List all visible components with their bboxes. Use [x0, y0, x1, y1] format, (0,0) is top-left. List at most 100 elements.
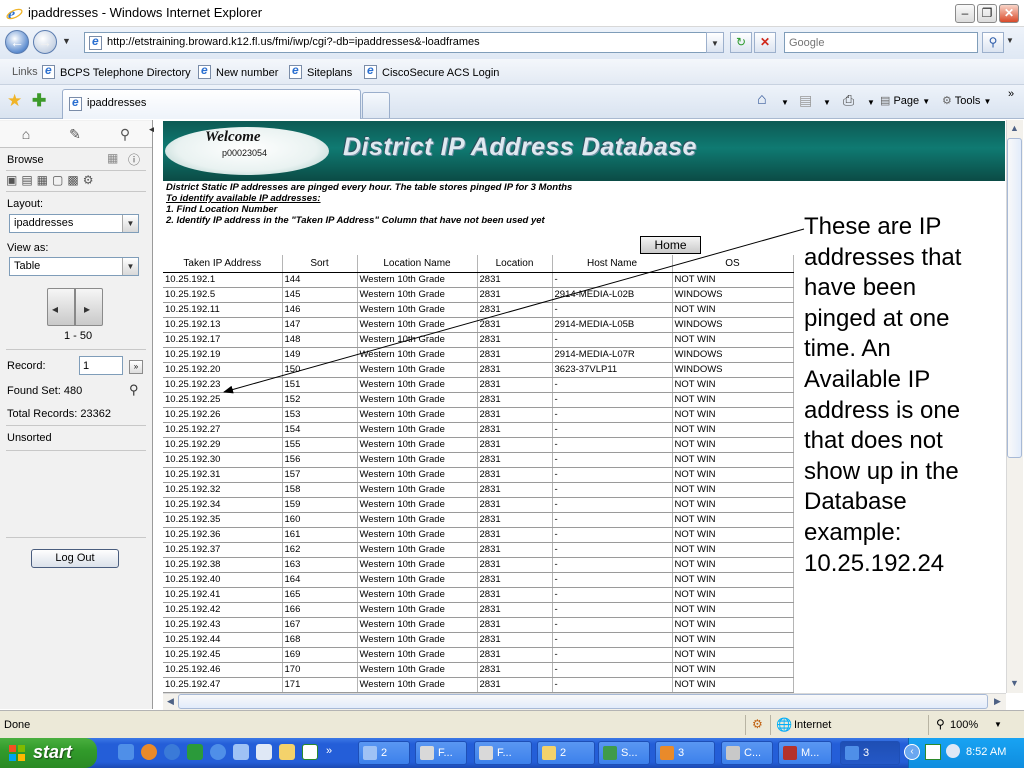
- scroll-left-icon[interactable]: ◀: [163, 694, 178, 709]
- scroll-right-icon[interactable]: ▶: [990, 694, 1005, 709]
- globe-icon[interactable]: [164, 744, 180, 760]
- address-bar[interactable]: http://etstraining.broward.k12.fl.us/fmi…: [84, 32, 724, 53]
- scroll-up-icon[interactable]: ▲: [1007, 121, 1022, 136]
- zoom-icon[interactable]: ⚲: [936, 717, 945, 731]
- table-row[interactable]: 10.25.192.31 157 Western 10th Grade 2831- NO…: [163, 467, 794, 483]
- table-row[interactable]: 10.25.192.34 159 Western 10th Grade 2831- NO…: [163, 497, 794, 513]
- taskbar-button[interactable]: M...: [778, 741, 832, 765]
- show-all-records-icon[interactable]: ⚲: [129, 382, 139, 398]
- stop-icon[interactable]: ✕: [754, 32, 776, 53]
- search-input[interactable]: [789, 34, 969, 52]
- column-header[interactable]: Taken IP Address: [163, 255, 283, 273]
- table-row[interactable]: 10.25.192.44 168 Western 10th Grade 2831- NO…: [163, 632, 794, 648]
- record-book-icon[interactable]: ◂ ▸: [47, 288, 103, 326]
- table-row[interactable]: 10.25.192.47 171 Western 10th Grade 2831- NO…: [163, 677, 794, 693]
- scroll-down-icon[interactable]: ▼: [1007, 676, 1022, 691]
- quicklaunch-more-icon[interactable]: »: [326, 745, 332, 757]
- firefox-icon[interactable]: [141, 744, 157, 760]
- go-to-record-button[interactable]: »: [129, 360, 143, 374]
- search-options-dropdown[interactable]: ▼: [1006, 36, 1014, 45]
- favorites-star-icon[interactable]: ★: [7, 91, 22, 111]
- back-button[interactable]: ←: [5, 30, 29, 54]
- column-header[interactable]: Location Name: [357, 255, 478, 273]
- minimize-button[interactable]: –: [955, 4, 975, 23]
- taskbar-button[interactable]: S...: [598, 741, 650, 765]
- network-tray-icon[interactable]: [946, 744, 960, 758]
- table-row[interactable]: 10.25.192.25 152 Western 10th Grade 2831- NO…: [163, 392, 794, 408]
- folder-icon[interactable]: [279, 744, 295, 760]
- find-icon[interactable]: ⚲: [116, 125, 134, 143]
- feeds-icon[interactable]: ▤: [799, 92, 812, 109]
- layout-select[interactable]: ipaddresses ▼: [9, 214, 139, 233]
- table-row[interactable]: 10.25.192.38 163 Western 10th Grade 2831- NO…: [163, 557, 794, 573]
- home-icon[interactable]: ⌂: [757, 91, 767, 109]
- vnc-icon[interactable]: [302, 744, 318, 760]
- taskbar-button[interactable]: 3: [840, 741, 900, 765]
- table-row[interactable]: 10.25.192.30 156 Western 10th Grade 2831- NO…: [163, 452, 794, 468]
- search-box[interactable]: [784, 32, 978, 53]
- link-new-number[interactable]: New number: [198, 63, 278, 79]
- column-header[interactable]: Host Name: [552, 255, 673, 273]
- table-row[interactable]: 10.25.192.37 162 Western 10th Grade 2831- NO…: [163, 542, 794, 558]
- zoom-dropdown-icon[interactable]: ▼: [994, 720, 1002, 729]
- tools-menu[interactable]: ⚙ Tools ▼: [942, 94, 991, 107]
- restore-button[interactable]: ❐: [977, 4, 997, 23]
- zoom-level[interactable]: 100%: [950, 719, 978, 731]
- table-row[interactable]: 10.25.192.43 167 Western 10th Grade 2831- NO…: [163, 617, 794, 633]
- table-row[interactable]: 10.25.192.1 144 Western 10th Grade 2831- NOT…: [163, 272, 794, 288]
- search-icon[interactable]: ⚲: [982, 32, 1004, 53]
- recent-pages-dropdown[interactable]: ▼: [62, 36, 71, 46]
- table-row[interactable]: 10.25.192.13 147 Western 10th Grade 2831 291…: [163, 317, 794, 333]
- close-button[interactable]: ✕: [999, 4, 1019, 23]
- taskbar-button[interactable]: F...: [415, 741, 467, 765]
- sort-icon[interactable]: ▦: [107, 151, 118, 165]
- home-button[interactable]: Home: [640, 236, 701, 254]
- table-row[interactable]: 10.25.192.5 145 Western 10th Grade 2831 2914…: [163, 287, 794, 303]
- link-bcps-telephone-directory[interactable]: BCPS Telephone Directory: [42, 63, 191, 79]
- chevron-more-icon[interactable]: »: [1008, 88, 1014, 100]
- print-icon[interactable]: ⎙: [843, 92, 854, 109]
- next-page-icon[interactable]: ▸: [84, 302, 90, 316]
- table-row[interactable]: 10.25.192.20 150 Western 10th Grade 2831 362…: [163, 362, 794, 378]
- clock[interactable]: 8:52 AM: [966, 746, 1006, 758]
- column-header[interactable]: Sort: [282, 255, 358, 273]
- table-row[interactable]: 10.25.192.29 155 Western 10th Grade 2831- NO…: [163, 437, 794, 453]
- new-tab-button[interactable]: [362, 92, 390, 118]
- table-row[interactable]: 10.25.192.17 148 Western 10th Grade 2831- NO…: [163, 332, 794, 348]
- record-tools-icons[interactable]: ▣▤▦▢▩⚙: [6, 173, 97, 187]
- show-desktop-icon[interactable]: [118, 744, 134, 760]
- help-icon[interactable]: ⓘ: [128, 151, 140, 168]
- column-header[interactable]: OS: [672, 255, 794, 273]
- vnc-tray-icon[interactable]: [925, 744, 941, 760]
- ie-icon[interactable]: [210, 744, 226, 760]
- start-button[interactable]: start: [0, 738, 97, 768]
- table-row[interactable]: 10.25.192.23 151 Western 10th Grade 2831- NO…: [163, 377, 794, 393]
- taskbar-button[interactable]: C...: [721, 741, 773, 765]
- table-row[interactable]: 10.25.192.35 160 Western 10th Grade 2831- NO…: [163, 512, 794, 528]
- table-row[interactable]: 10.25.192.42 166 Western 10th Grade 2831- NO…: [163, 602, 794, 618]
- feeds-dropdown-icon[interactable]: ▼: [823, 98, 831, 107]
- taskbar-button[interactable]: 3: [655, 741, 715, 765]
- taskbar-button[interactable]: 2: [537, 741, 595, 765]
- table-row[interactable]: 10.25.192.32 158 Western 10th Grade 2831- NO…: [163, 482, 794, 498]
- home-dropdown-icon[interactable]: ▼: [781, 98, 789, 107]
- table-row[interactable]: 10.25.192.27 154 Western 10th Grade 2831- NO…: [163, 422, 794, 438]
- table-row[interactable]: 10.25.192.36 161 Western 10th Grade 2831- NO…: [163, 527, 794, 543]
- record-number-input[interactable]: [79, 356, 123, 375]
- log-out-button[interactable]: Log Out: [31, 549, 119, 568]
- previous-page-icon[interactable]: ◂: [52, 302, 58, 316]
- tab-ipaddresses[interactable]: ipaddresses: [62, 89, 361, 119]
- page-menu[interactable]: ▤ Page ▼: [880, 94, 930, 107]
- add-favorites-icon[interactable]: ✚: [32, 91, 46, 111]
- horizontal-scroll-thumb[interactable]: [178, 694, 988, 709]
- table-row[interactable]: 10.25.192.41 165 Western 10th Grade 2831- NO…: [163, 587, 794, 603]
- tree-icon[interactable]: [187, 744, 203, 760]
- view-as-select[interactable]: Table ▼: [9, 257, 139, 276]
- refresh-icon[interactable]: ↻: [730, 32, 752, 53]
- table-row[interactable]: 10.25.192.40 164 Western 10th Grade 2831- NO…: [163, 572, 794, 588]
- network-icon[interactable]: [233, 744, 249, 760]
- link-siteplans[interactable]: Siteplans: [289, 63, 352, 79]
- document-icon[interactable]: [256, 744, 272, 760]
- tray-expand-icon[interactable]: ‹: [904, 744, 920, 760]
- edit-pencil-icon[interactable]: ✎: [66, 125, 84, 143]
